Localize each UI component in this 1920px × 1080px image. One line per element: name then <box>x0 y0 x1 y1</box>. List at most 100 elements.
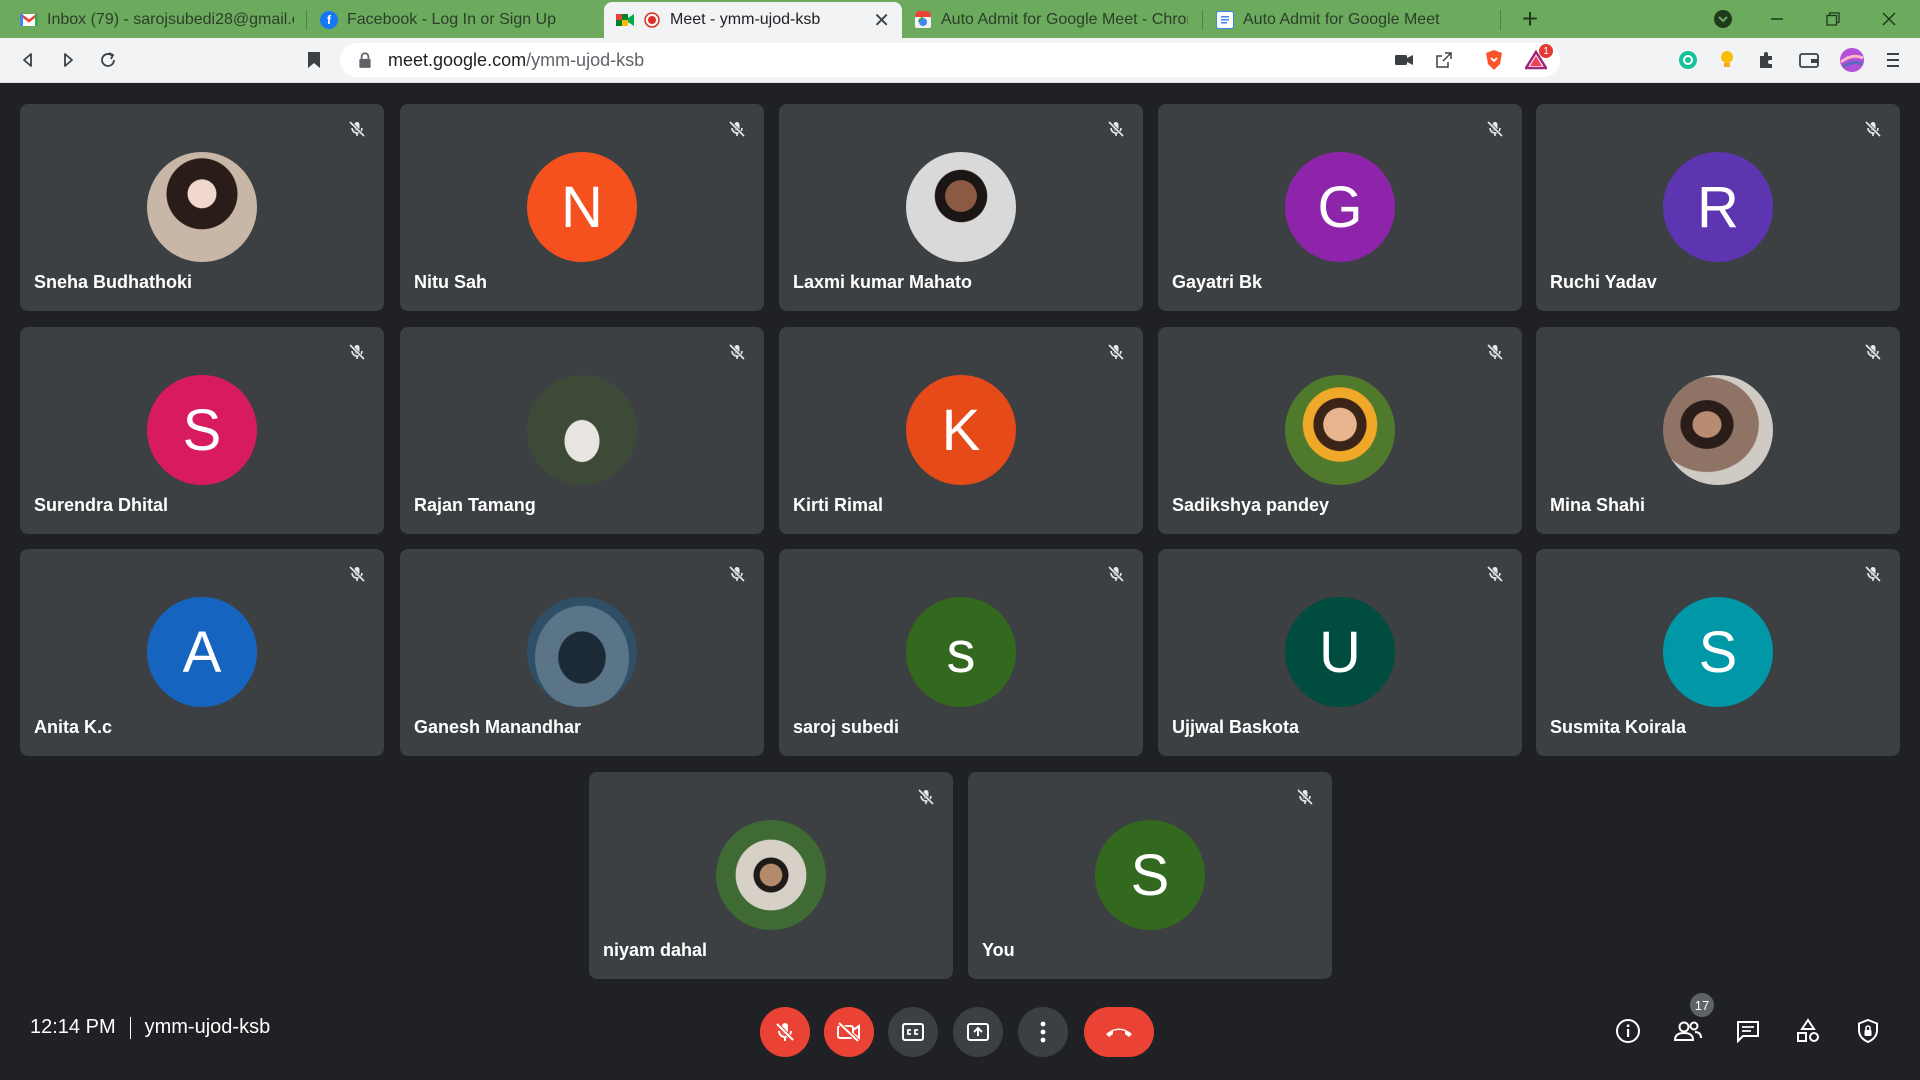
participant-tile[interactable]: Sneha Budhathoki <box>20 104 384 311</box>
present-now-button[interactable] <box>953 1007 1003 1057</box>
more-options-button[interactable] <box>1018 1007 1068 1057</box>
participant-tile[interactable]: Mina Shahi <box>1536 327 1900 534</box>
close-tab-icon[interactable]: ✕ <box>873 8 890 33</box>
tab-meet[interactable]: Meet - ymm-ujod-ksb ✕ <box>604 2 902 38</box>
mic-muted-icon <box>1482 561 1508 587</box>
tab-auto-admit[interactable]: Auto Admit for Google Meet <box>1204 2 1500 38</box>
tab-webstore[interactable]: Auto Admit for Google Meet - Chrome <box>902 2 1200 38</box>
participant-avatar: R <box>1663 152 1773 262</box>
mic-muted-icon <box>1292 784 1318 810</box>
mic-muted-icon <box>1482 116 1508 142</box>
participant-tile[interactable]: Ganesh Manandhar <box>400 549 764 756</box>
restore-icon[interactable] <box>1806 0 1860 38</box>
participant-photo <box>1285 375 1395 485</box>
wallet-icon[interactable] <box>1796 47 1822 73</box>
participant-avatar: S <box>147 375 257 485</box>
reload-icon[interactable] <box>92 44 124 76</box>
mic-muted-icon <box>1860 339 1886 365</box>
participant-tile[interactable]: Sadikshya pandey <box>1158 327 1522 534</box>
mic-muted-icon <box>1482 339 1508 365</box>
chat-icon[interactable] <box>1728 1011 1768 1051</box>
present-screen-icon <box>967 1023 989 1041</box>
rewards-badge: 1 <box>1539 44 1553 58</box>
browser-toolbar: meet.google.com/ymm-ujod-ksb 1 <box>0 38 1920 83</box>
extensions-puzzle-icon[interactable] <box>1753 47 1779 73</box>
participant-avatar: G <box>1285 152 1395 262</box>
camera-toggle-button[interactable] <box>824 1007 874 1057</box>
minimize-icon[interactable] <box>1750 0 1804 38</box>
profile-avatar-icon[interactable] <box>1839 47 1865 73</box>
open-in-window-icon[interactable] <box>1430 46 1458 74</box>
gmail-icon <box>20 11 38 29</box>
lock-icon <box>359 52 371 68</box>
tab-title: Auto Admit for Google Meet - Chrome <box>941 11 1188 28</box>
participant-tile[interactable]: Rajan Tamang <box>400 327 764 534</box>
participant-name: Laxmi kumar Mahato <box>793 272 973 292</box>
microphone-toggle-button[interactable] <box>760 1007 810 1057</box>
participant-tile[interactable]: K Kirti Rimal <box>779 327 1143 534</box>
tab-title: Inbox (79) - sarojsubedi28@gmail.com <box>47 11 294 28</box>
recording-icon <box>643 11 661 29</box>
captions-button[interactable] <box>888 1007 938 1057</box>
participant-tile[interactable]: s saroj subedi <box>779 549 1143 756</box>
back-icon[interactable] <box>12 44 44 76</box>
participant-tile[interactable]: Laxmi kumar Mahato <box>779 104 1143 311</box>
meet-icon <box>616 11 634 29</box>
participant-tile[interactable]: S You <box>968 772 1332 979</box>
people-icon[interactable] <box>1668 1011 1708 1051</box>
participant-tile[interactable]: N Nitu Sah <box>400 104 764 311</box>
participant-name: Ganesh Manandhar <box>414 717 582 737</box>
camera-in-use-icon[interactable] <box>1390 46 1418 74</box>
activities-icon[interactable] <box>1788 1011 1828 1051</box>
tab-gmail[interactable]: Inbox (79) - sarojsubedi28@gmail.com <box>8 2 306 38</box>
brave-shields-icon[interactable] <box>1480 46 1508 74</box>
participant-name: saroj subedi <box>793 717 900 737</box>
close-window-icon[interactable] <box>1862 0 1916 38</box>
tab-title: Facebook - Log In or Sign Up <box>347 11 557 28</box>
doc-icon <box>1216 11 1234 29</box>
mic-muted-icon <box>724 561 750 587</box>
grammarly-extension-icon[interactable] <box>1675 47 1701 73</box>
leave-call-button[interactable] <box>1084 1007 1154 1057</box>
mic-muted-icon <box>344 339 370 365</box>
participant-tile[interactable]: A Anita K.c <box>20 549 384 756</box>
lightbulb-extension-icon[interactable] <box>1714 47 1740 73</box>
forward-icon[interactable] <box>52 44 84 76</box>
participant-name: Anita K.c <box>34 717 113 737</box>
browser-menu-icon[interactable] <box>1880 47 1906 73</box>
meeting-info-icon[interactable] <box>1608 1011 1648 1051</box>
closed-captions-icon <box>902 1023 924 1041</box>
tab-title: Auto Admit for Google Meet <box>1243 11 1440 28</box>
address-bar[interactable]: meet.google.com/ymm-ujod-ksb <box>340 43 1560 77</box>
participant-photo <box>147 152 257 262</box>
participant-tile[interactable]: niyam dahal <box>589 772 953 979</box>
participant-avatar: S <box>1095 820 1205 930</box>
facebook-icon: f <box>320 11 338 29</box>
bookmark-icon[interactable] <box>298 44 330 76</box>
participant-tile[interactable]: U Ujjwal Baskota <box>1158 549 1522 756</box>
participant-name: Kirti Rimal <box>793 495 884 515</box>
participant-photo <box>716 820 826 930</box>
hang-up-icon <box>1106 1028 1132 1037</box>
host-controls-icon[interactable] <box>1848 1011 1888 1051</box>
participant-name: Rajan Tamang <box>414 495 536 515</box>
participant-tile[interactable]: S Susmita Koirala <box>1536 549 1900 756</box>
mic-muted-icon <box>724 116 750 142</box>
tab-separator <box>306 10 307 30</box>
tab-search-icon[interactable] <box>1696 0 1750 38</box>
new-tab-button[interactable]: + <box>1514 3 1546 35</box>
participant-name: You <box>982 940 1015 960</box>
mic-off-icon <box>775 1022 795 1042</box>
more-vert-icon <box>1040 1021 1046 1043</box>
participant-photo <box>906 152 1016 262</box>
participant-name: Nitu Sah <box>414 272 488 292</box>
tab-strip: Inbox (79) - sarojsubedi28@gmail.com f F… <box>0 0 1920 38</box>
brave-rewards-icon[interactable]: 1 <box>1522 44 1553 74</box>
participant-name: Ruchi Yadav <box>1550 272 1657 292</box>
participant-tile[interactable]: S Surendra Dhital <box>20 327 384 534</box>
participant-tile[interactable]: G Gayatri Bk <box>1158 104 1522 311</box>
tab-title: Meet - ymm-ujod-ksb <box>670 11 821 28</box>
tab-facebook[interactable]: f Facebook - Log In or Sign Up <box>308 2 604 38</box>
meeting-code: ymm-ujod-ksb <box>144 1016 271 1038</box>
participant-tile[interactable]: R Ruchi Yadav <box>1536 104 1900 311</box>
